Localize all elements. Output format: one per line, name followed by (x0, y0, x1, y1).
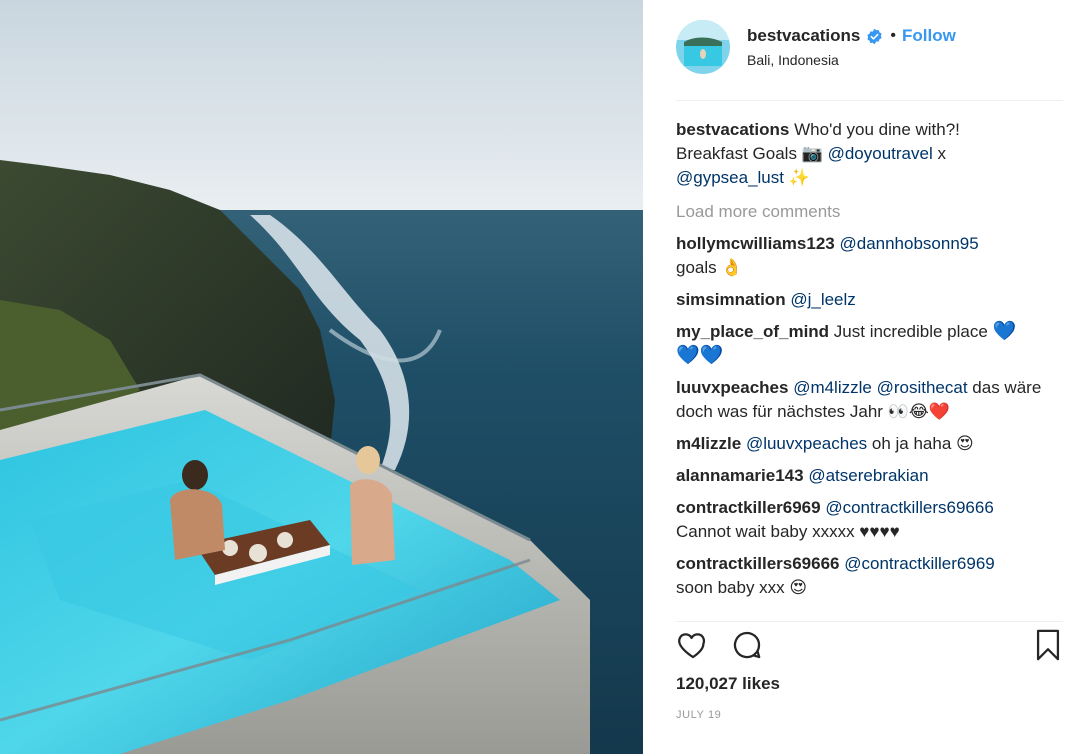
comment-mention[interactable]: @atserebrakian (808, 466, 928, 485)
comment: contractkillers69666 @contractkiller6969… (676, 552, 1061, 600)
verified-badge-icon (866, 28, 883, 45)
comment: simsimnation @j_leelz (676, 288, 1061, 312)
caption-mention[interactable]: @gypsea_lust (676, 168, 784, 187)
comment: luuvxpeaches @m4lizzle @rosithecat das w… (676, 376, 1061, 424)
comment-text: Cannot wait baby xxxxx ♥♥♥♥ (676, 522, 900, 541)
heart-eyes-emoji: 😍 (789, 578, 808, 597)
post-image (0, 0, 643, 754)
comment: contractkiller6969 @contractkillers69666… (676, 496, 1061, 544)
comment-mention[interactable]: @luuvxpeaches (746, 434, 867, 453)
comments-list[interactable]: bestvacations Who'd you dine with?! Brea… (676, 118, 1061, 621)
post-date[interactable]: JULY 19 (676, 709, 721, 721)
comment-mention[interactable]: @j_leelz (790, 290, 855, 309)
post-header: bestvacations • Follow Bali, Indonesia (676, 0, 1063, 101)
heart-eyes-emoji: 😍 (956, 434, 974, 453)
caption-username[interactable]: bestvacations (676, 120, 789, 139)
comment: alannamarie143 @atserebrakian (676, 464, 1061, 488)
camera-emoji: 📷 (801, 144, 823, 163)
action-bar (676, 626, 1063, 666)
post-sidebar: bestvacations • Follow Bali, Indonesia b… (643, 0, 1066, 754)
comment-mention[interactable]: @contractkillers69666 (825, 498, 993, 517)
post-photo[interactable] (0, 0, 643, 754)
comment: my_place_of_mind Just incredible place 💙… (676, 320, 1061, 368)
blue-heart-emoji: 💙 (992, 321, 1017, 342)
comment-username[interactable]: contractkillers69666 (676, 554, 840, 573)
blue-hearts-emoji: 💙💙 (676, 345, 724, 366)
ok-hand-emoji: 👌 (721, 258, 743, 277)
speech-bubble-icon[interactable] (730, 628, 766, 664)
comment-text: soon baby xxx (676, 578, 785, 597)
avatar[interactable] (676, 20, 730, 74)
comment-username[interactable]: simsimnation (676, 290, 786, 309)
comment-username[interactable]: my_place_of_mind (676, 322, 829, 341)
caption: bestvacations Who'd you dine with?! Brea… (676, 118, 1061, 190)
comment: hollymcwilliams123 @dannhobsonn95 goals … (676, 232, 1061, 280)
comment-username[interactable]: luuvxpeaches (676, 378, 788, 397)
location-link[interactable]: Bali, Indonesia (747, 52, 839, 68)
follow-button[interactable]: Follow (902, 26, 956, 46)
comment-username[interactable]: contractkiller6969 (676, 498, 821, 517)
comment-text: goals (676, 258, 717, 277)
caption-text-2: Breakfast Goals (676, 144, 797, 163)
comment-mention[interactable]: @rosithecat (877, 378, 968, 397)
comment-username[interactable]: alannamarie143 (676, 466, 804, 485)
load-more-comments-button[interactable]: Load more comments (676, 200, 1061, 224)
likes-count[interactable]: 120,027 likes (676, 674, 780, 694)
caption-mention[interactable]: @doyoutravel (828, 144, 933, 163)
caption-text: Who'd you dine with?! (794, 120, 960, 139)
comment-mention[interactable]: @contractkiller6969 (844, 554, 995, 573)
comment-username[interactable]: hollymcwilliams123 (676, 234, 835, 253)
separator-dot: • (890, 27, 896, 44)
sparkle-emoji: ✨ (788, 168, 810, 187)
comment-mention[interactable]: @m4lizzle (793, 378, 872, 397)
eyes-laugh-heart-emoji: 👀😂❤️ (887, 402, 950, 421)
heart-outline-icon[interactable] (676, 628, 712, 664)
comment-text: oh ja haha (871, 434, 952, 453)
comment: m4lizzle @luuvxpeaches oh ja haha 😍 (676, 432, 1061, 456)
bookmark-icon[interactable] (1033, 628, 1066, 664)
comment-username[interactable]: m4lizzle (676, 434, 741, 453)
comment-mention[interactable]: @dannhobsonn95 (839, 234, 978, 253)
actions-divider (676, 621, 1063, 622)
comment-text: Just incredible place (833, 322, 988, 341)
username[interactable]: bestvacations (747, 26, 860, 46)
caption-x: x (937, 144, 946, 163)
scroll-fade (676, 611, 1061, 621)
